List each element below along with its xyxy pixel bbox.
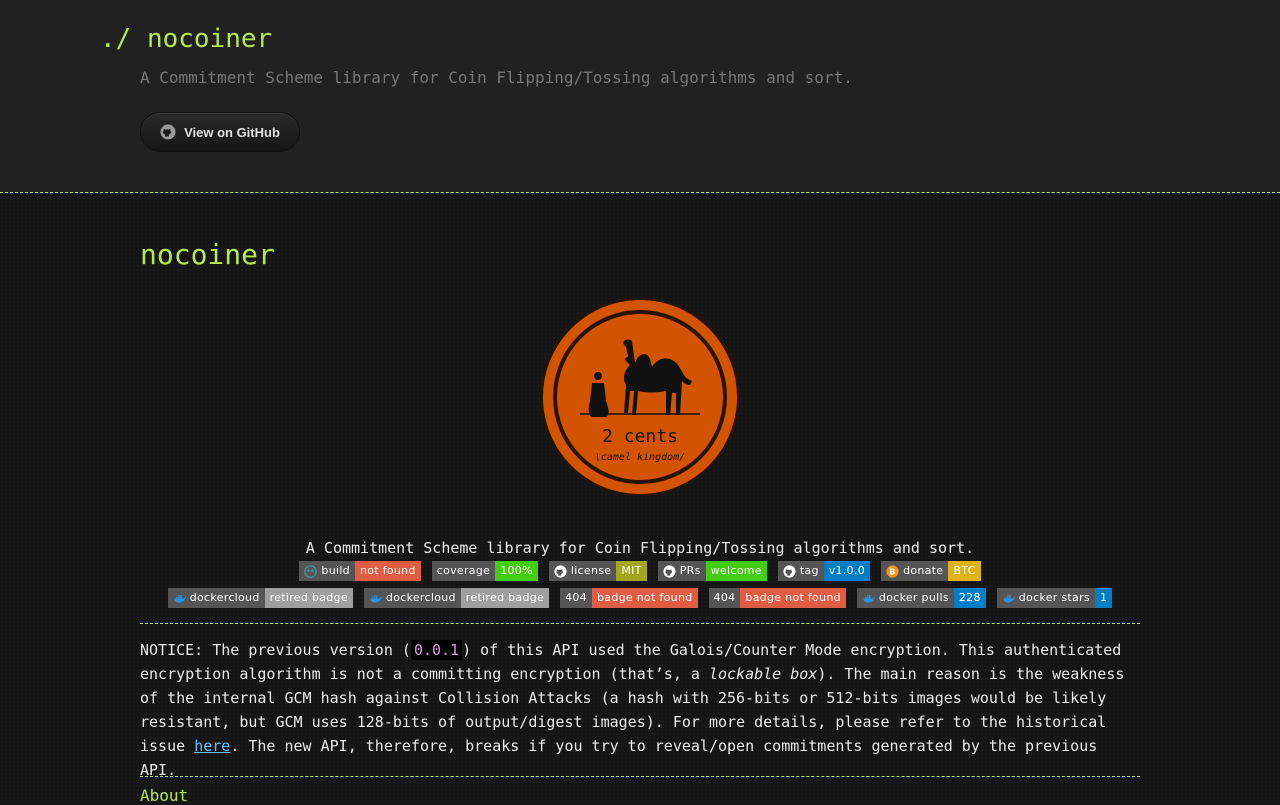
project-description: A Commitment Scheme library for Coin Fli…	[305, 539, 975, 557]
badge-value: not found	[354, 561, 421, 581]
notice-text-4: . The new API, therefore, breaks if you …	[140, 737, 1098, 779]
badge-label: Bdonate	[881, 561, 949, 581]
site-title[interactable]: ./ nocoiner	[100, 24, 272, 54]
badge-404[interactable]: 404 badge not found	[708, 588, 846, 608]
notice-text-1: NOTICE: The previous version (	[140, 641, 411, 659]
badge-label-text: coverage	[436, 564, 491, 577]
badge-label-text: 404	[713, 591, 736, 604]
about-heading: About	[140, 786, 189, 805]
badge-label-text: tag	[799, 564, 819, 577]
badge-label-text: docker pulls	[878, 591, 949, 604]
badge-license[interactable]: license MIT	[548, 561, 647, 581]
badge-value: 228	[953, 588, 986, 608]
github-icon	[554, 564, 567, 578]
badge-label: tag	[777, 561, 824, 581]
version-code: 0.0.1	[410, 640, 463, 660]
badge-docker-stars[interactable]: docker stars 1	[996, 588, 1113, 608]
bitcoin-icon: B	[886, 564, 899, 578]
badge-row-1: build not found coverage 100% license MIT PRs w…	[140, 561, 1140, 581]
badge-label-text: build	[321, 564, 350, 577]
badge-value: 1	[1094, 588, 1113, 608]
notice-emphasis: lockable box	[708, 665, 818, 683]
badge-label: PRs	[657, 561, 706, 581]
badge-value: badge not found	[592, 588, 698, 608]
docker-icon	[862, 592, 876, 605]
logo-text-sub: \camel kingdom/	[595, 452, 685, 463]
github-icon	[783, 564, 796, 578]
badge-label: dockercloud	[363, 588, 461, 608]
badge-404[interactable]: 404 badge not found	[560, 588, 698, 608]
divider	[140, 776, 1140, 777]
badge-dockercloud[interactable]: dockercloud retired badge	[363, 588, 550, 608]
badge-label-text: PRs	[679, 564, 701, 577]
badge-donate[interactable]: Bdonate BTC	[881, 561, 981, 581]
badge-value: 100%	[495, 561, 538, 581]
notice-paragraph: NOTICE: The previous version (0.0.1) of …	[140, 638, 1140, 782]
divider	[140, 623, 1140, 624]
docker-icon	[173, 592, 187, 605]
badge-docker-pulls[interactable]: docker pulls 228	[856, 588, 986, 608]
github-icon	[160, 124, 176, 140]
view-on-github-button[interactable]: View on GitHub	[140, 112, 300, 152]
badge-label: docker stars	[996, 588, 1095, 608]
badge-value: retired badge	[460, 588, 550, 608]
badge-label-text: dockercloud	[385, 591, 456, 604]
badge-value: badge not found	[740, 588, 846, 608]
badge-label: license	[548, 561, 617, 581]
svg-text:B: B	[889, 566, 895, 576]
issue-link[interactable]: here	[194, 737, 230, 755]
badge-prs[interactable]: PRs welcome	[657, 561, 767, 581]
badge-label: 404	[708, 588, 741, 608]
badge-build[interactable]: build not found	[299, 561, 421, 581]
badge-value: welcome	[705, 561, 767, 581]
github-button-label: View on GitHub	[184, 124, 280, 140]
badge-label-text: dockercloud	[189, 591, 260, 604]
site-tagline: A Commitment Scheme library for Coin Fli…	[140, 68, 853, 87]
badge-label-text: license	[570, 564, 612, 577]
badge-label: 404	[560, 588, 593, 608]
badge-dockercloud[interactable]: dockercloud retired badge	[167, 588, 353, 608]
docker-icon	[369, 592, 383, 605]
badge-label: docker pulls	[856, 588, 954, 608]
badge-label: dockercloud	[167, 588, 265, 608]
page-heading: nocoiner	[140, 238, 275, 271]
badge-value: retired badge	[264, 588, 353, 608]
docker-icon	[1002, 592, 1016, 605]
camel-logo: 2 cents \camel kingdom/	[541, 298, 739, 496]
badge-label-text: donate	[903, 564, 944, 577]
badge-value: MIT	[616, 561, 647, 581]
logo-text-main: 2 cents	[602, 426, 678, 447]
github-icon	[663, 564, 676, 578]
badge-label-text: 404	[565, 591, 588, 604]
badge-label-text: docker stars	[1018, 591, 1090, 604]
badge-label: build	[299, 561, 355, 581]
badge-value: v1.0.0	[823, 561, 871, 581]
badge-coverage[interactable]: coverage 100%	[431, 561, 538, 581]
badge-label: coverage	[431, 561, 496, 581]
badge-row-2: dockercloud retired badge dockercloud retir…	[140, 588, 1140, 608]
badge-tag[interactable]: tag v1.0.0	[777, 561, 871, 581]
travis-icon	[304, 564, 318, 578]
site-header: ./ nocoiner A Commitment Scheme library …	[0, 0, 1280, 193]
badge-value: BTC	[948, 561, 981, 581]
